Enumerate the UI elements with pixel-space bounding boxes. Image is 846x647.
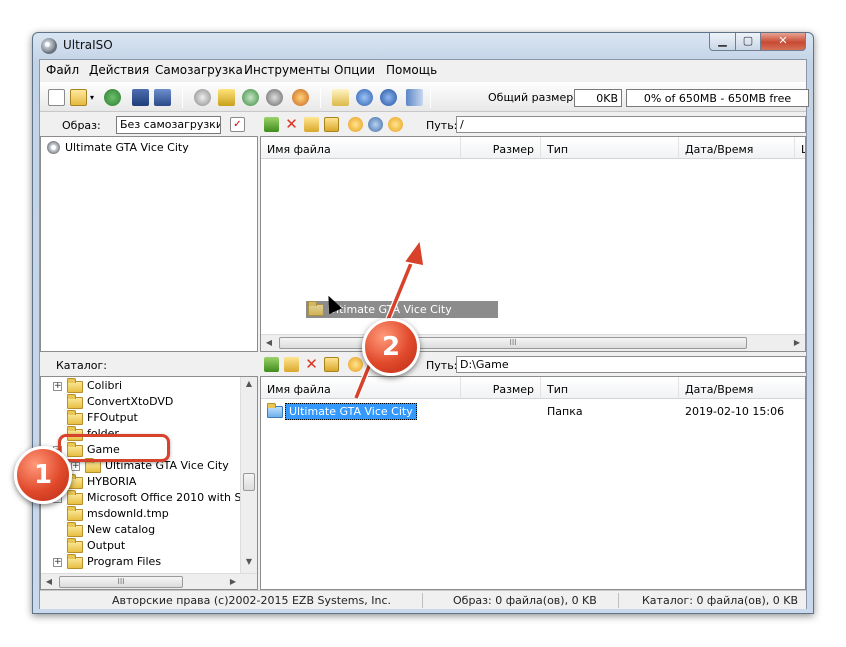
step-2-badge: 2 [362, 318, 420, 376]
drag-arrow [353, 238, 425, 400]
arrow-head [402, 238, 425, 267]
step-1-badge: 1 [14, 446, 72, 504]
